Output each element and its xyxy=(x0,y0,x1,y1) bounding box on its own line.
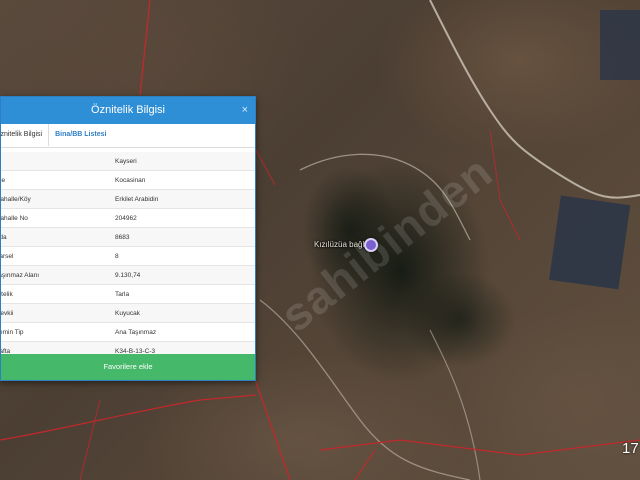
table-row: Zemin Tip Ana Taşınmaz xyxy=(1,323,255,342)
table-row: İlçe Kocasinan xyxy=(1,171,255,190)
table-row: Ada 8683 xyxy=(1,228,255,247)
attribute-key-label: Parsel xyxy=(1,252,14,260)
panel-header: Öznitelik Bilgisi × xyxy=(1,97,255,124)
attribute-key: Mahalle/Köy xyxy=(1,196,111,203)
parcel-line xyxy=(0,394,257,441)
attribute-key: Ada xyxy=(1,234,111,241)
tab-building-list[interactable]: Bina/BB Listesi xyxy=(49,124,112,147)
attribute-value: 204962 xyxy=(115,214,137,222)
table-row: Taşınmaz Alanı 9.130,74 xyxy=(1,266,255,285)
table-row: Nitelik Tarla xyxy=(1,285,255,304)
location-marker-icon[interactable] xyxy=(364,238,378,252)
attribute-key: İlçe xyxy=(1,177,111,184)
attribute-key: İl xyxy=(1,158,111,165)
attribute-value: Kayseri xyxy=(115,157,137,165)
table-row: İl Kayseri xyxy=(1,152,255,171)
tab-attribute-info[interactable]: Öznitelik Bilgisi xyxy=(1,124,50,147)
attribute-key-label: Mevkii xyxy=(1,309,14,317)
attribute-value: 9.130,74 xyxy=(115,271,141,279)
attribute-key-label: Mahalle No xyxy=(1,214,28,222)
panel-tabs: Öznitelik Bilgisi Bina/BB Listesi xyxy=(1,124,255,148)
zoom-level: 17 xyxy=(622,440,639,457)
close-icon[interactable]: × xyxy=(242,97,248,124)
parcel-line xyxy=(319,439,640,456)
attribute-value: Kocasinan xyxy=(115,176,146,184)
attribute-key: Nitelik xyxy=(1,291,111,298)
table-row: Mahalle/Köy Erkilet Arabidin xyxy=(1,190,255,209)
attribute-key-label: Nitelik xyxy=(1,290,13,298)
parcel-line xyxy=(79,399,101,480)
table-row: Mevkii Kuyucak xyxy=(1,304,255,323)
attribute-key: Mevkii xyxy=(1,310,111,317)
attribute-key: Parsel xyxy=(1,253,111,260)
attribute-key-label: Mahalle/Köy xyxy=(1,195,31,203)
attribute-key: Zemin Tip xyxy=(1,329,111,336)
table-row: Mahalle No 204962 xyxy=(1,209,255,228)
add-to-favorites-button[interactable]: Favorilere ekle xyxy=(1,354,255,380)
attribute-value: 8 xyxy=(115,252,119,260)
attribute-key-label: İlçe xyxy=(1,176,6,184)
parcel-line xyxy=(255,149,276,186)
attribute-value: Tarla xyxy=(115,290,130,298)
attribute-value: Erkilet Arabidin xyxy=(115,195,159,203)
attribute-value: Kuyucak xyxy=(115,309,140,317)
attribute-key-label: Zemin Tip xyxy=(1,328,24,336)
table-row: Parsel 8 xyxy=(1,247,255,266)
attribute-key: Mahalle No xyxy=(1,215,111,222)
attribute-value: Ana Taşınmaz xyxy=(115,328,157,336)
attribute-key: Taşınmaz Alanı xyxy=(1,272,111,279)
panel-title: Öznitelik Bilgisi xyxy=(91,104,165,116)
parcel-line xyxy=(139,0,151,96)
solar-field xyxy=(600,10,640,80)
parcel-line xyxy=(354,449,376,480)
parcel-line xyxy=(255,381,291,480)
road xyxy=(429,329,481,480)
attribute-key-label: Ada xyxy=(1,233,7,241)
attribute-table: İl Kayseri İlçe Kocasinan Mahalle/Köy Erkilet… xyxy=(1,152,255,361)
attribute-panel: Öznitelik Bilgisi × Öznitelik Bilgisi Bi… xyxy=(0,96,256,381)
attribute-value: 8683 xyxy=(115,233,130,241)
solar-field xyxy=(549,195,631,290)
attribute-key-label: Taşınmaz Alanı xyxy=(1,271,40,279)
